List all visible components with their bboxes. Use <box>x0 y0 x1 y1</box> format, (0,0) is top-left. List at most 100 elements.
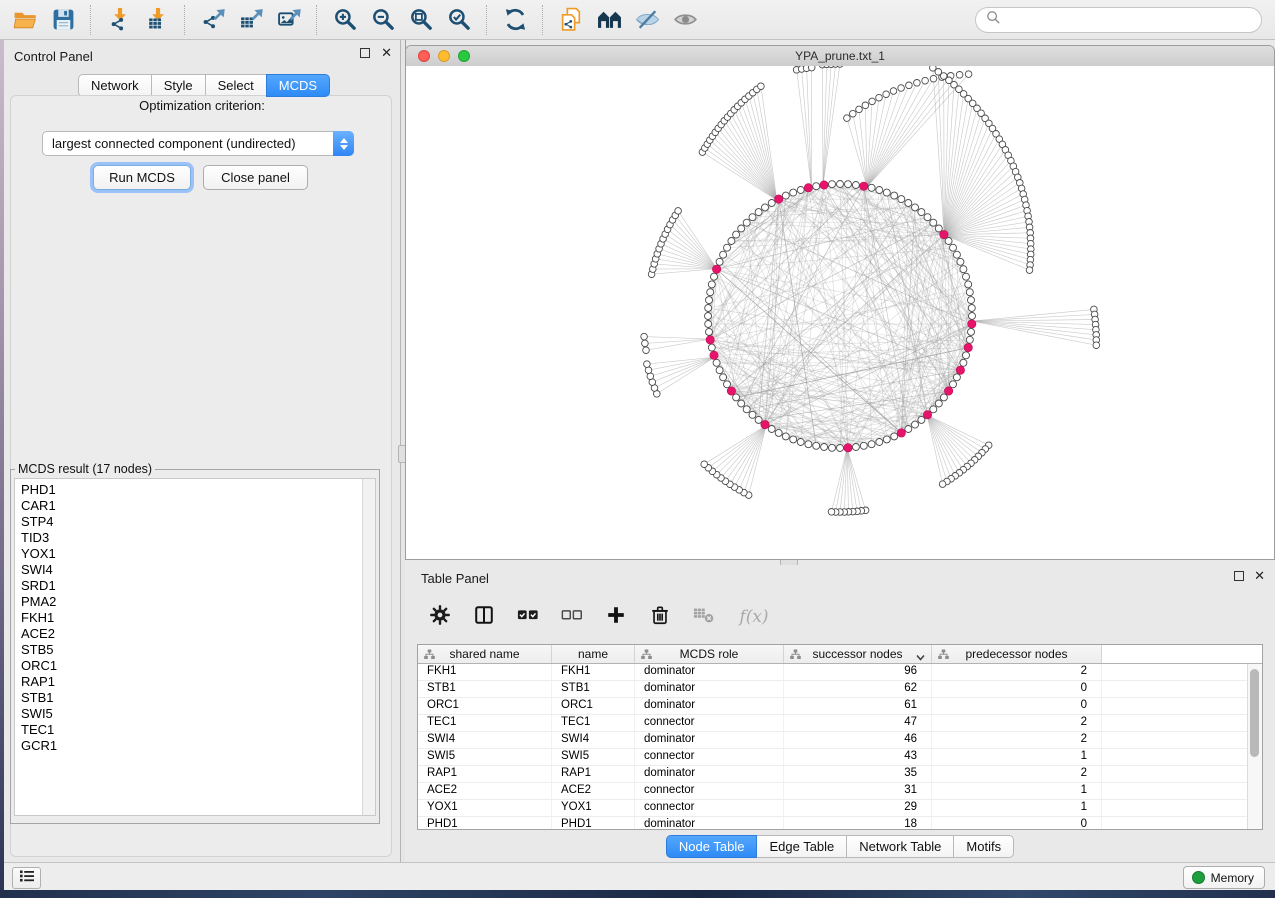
table-scrollbar-thumb[interactable] <box>1250 669 1259 757</box>
memory-button[interactable]: Memory <box>1183 866 1265 889</box>
apply-layout-button[interactable] <box>496 4 534 36</box>
table-row[interactable]: STB1STB1dominator620 <box>418 681 1262 698</box>
column-header-shared-name[interactable]: shared name <box>418 645 552 663</box>
table-row[interactable]: ACE2ACE2connector311 <box>418 783 1262 800</box>
table-row[interactable]: PHD1PHD1dominator180 <box>418 817 1262 830</box>
optimization-criterion-label: Optimization criterion: <box>4 98 400 113</box>
table-cell: YOX1 <box>552 800 635 816</box>
table-scrollbar[interactable] <box>1247 664 1262 829</box>
mcds-result-item[interactable]: PHD1 <box>15 482 361 498</box>
hide-details-button[interactable] <box>628 4 666 36</box>
tab-select[interactable]: Select <box>205 74 267 97</box>
mcds-result-item[interactable]: STB1 <box>15 690 361 706</box>
window-minimize-icon[interactable] <box>438 50 450 62</box>
desktop-wallpaper-bottom <box>0 890 1275 898</box>
zoom-out-button[interactable] <box>364 4 402 36</box>
mcds-result-listbox: PHD1CAR1STP4TID3YOX1SWI4SRD1PMA2FKH1ACE2… <box>14 478 376 816</box>
columns-icon <box>473 604 495 631</box>
close-panel-button[interactable]: Close panel <box>203 165 308 190</box>
window-close-icon[interactable] <box>418 50 430 62</box>
open-session-icon <box>13 7 38 32</box>
task-history-button[interactable] <box>12 867 41 889</box>
columns-button[interactable] <box>473 606 495 628</box>
gear-button[interactable] <box>429 606 451 628</box>
mcds-result-item[interactable]: ORC1 <box>15 658 361 674</box>
tab-mcds[interactable]: MCDS <box>266 74 330 97</box>
search-input[interactable] <box>1001 11 1261 28</box>
table-cell: connector <box>635 749 784 765</box>
optimization-criterion-select[interactable]: largest connected component (undirected) <box>42 131 354 156</box>
network-window-titlebar[interactable]: YPA_prune.txt_1 <box>406 46 1274 67</box>
export-table-button[interactable] <box>232 4 270 36</box>
table-cell: dominator <box>635 732 784 748</box>
table-cell-filler <box>1102 681 1262 697</box>
select-all-button[interactable] <box>517 606 539 628</box>
mcds-result-item[interactable]: SRD1 <box>15 578 361 594</box>
mcds-result-item[interactable]: TID3 <box>15 530 361 546</box>
zoom-selected-button[interactable] <box>440 4 478 36</box>
column-header-successor-nodes[interactable]: successor nodes <box>784 645 932 663</box>
float-panel-icon[interactable] <box>360 48 370 58</box>
tab-edge-table[interactable]: Edge Table <box>756 835 847 858</box>
close-panel-icon[interactable]: ✕ <box>1254 571 1265 581</box>
network-file-icon <box>559 7 584 32</box>
mcds-list-scrollbar[interactable] <box>362 479 375 815</box>
column-header-predecessor-nodes[interactable]: predecessor nodes <box>932 645 1102 663</box>
run-mcds-button[interactable]: Run MCDS <box>93 165 191 190</box>
mcds-result-item[interactable]: SWI4 <box>15 562 361 578</box>
table-header-row: shared namenameMCDS rolesuccessor nodesp… <box>418 645 1262 664</box>
import-table-button[interactable] <box>138 4 176 36</box>
toolbar-separator <box>90 5 92 35</box>
mcds-result-item[interactable]: RAP1 <box>15 674 361 690</box>
table-row[interactable]: FKH1FKH1dominator962 <box>418 664 1262 681</box>
float-panel-icon[interactable] <box>1234 571 1244 581</box>
mcds-result-item[interactable]: STB5 <box>15 642 361 658</box>
table-row[interactable]: SWI4SWI4dominator462 <box>418 732 1262 749</box>
import-network-button[interactable] <box>100 4 138 36</box>
zoom-in-button[interactable] <box>326 4 364 36</box>
window-maximize-icon[interactable] <box>458 50 470 62</box>
export-image-button[interactable] <box>270 4 308 36</box>
table-cell: 96 <box>784 664 932 680</box>
list-icon <box>19 869 35 888</box>
table-cell: dominator <box>635 681 784 697</box>
mcds-result-item[interactable]: GCR1 <box>15 738 361 754</box>
mcds-result-item[interactable]: STP4 <box>15 514 361 530</box>
table-cell-filler <box>1102 817 1262 830</box>
mcds-result-item[interactable]: PMA2 <box>15 594 361 610</box>
tab-network-table[interactable]: Network Table <box>846 835 954 858</box>
deselect-all-button[interactable] <box>561 606 583 628</box>
table-row[interactable]: ORC1ORC1dominator610 <box>418 698 1262 715</box>
delete-column-button[interactable] <box>649 606 671 628</box>
zoom-fit-button[interactable] <box>402 4 440 36</box>
mcds-result-item[interactable]: SWI5 <box>15 706 361 722</box>
close-panel-icon[interactable]: ✕ <box>381 48 392 58</box>
tab-motifs[interactable]: Motifs <box>953 835 1014 858</box>
mcds-result-item[interactable]: ACE2 <box>15 626 361 642</box>
tab-network[interactable]: Network <box>78 74 152 97</box>
mcds-result-item[interactable]: TEC1 <box>15 722 361 738</box>
open-session-button[interactable] <box>6 4 44 36</box>
table-cell: 2 <box>932 732 1102 748</box>
table-row[interactable]: YOX1YOX1connector291 <box>418 800 1262 817</box>
tab-node-table[interactable]: Node Table <box>666 835 758 858</box>
search-box[interactable] <box>975 7 1262 33</box>
mcds-result-item[interactable]: YOX1 <box>15 546 361 562</box>
first-neighbors-button[interactable] <box>590 4 628 36</box>
table-row[interactable]: RAP1RAP1dominator352 <box>418 766 1262 783</box>
mcds-result-item[interactable]: CAR1 <box>15 498 361 514</box>
table-row[interactable]: TEC1TEC1connector472 <box>418 715 1262 732</box>
tab-style[interactable]: Style <box>151 74 206 97</box>
network-file-button[interactable] <box>552 4 590 36</box>
column-header-mcds-role[interactable]: MCDS role <box>635 645 784 663</box>
network-canvas-area[interactable] <box>406 66 1274 559</box>
add-column-icon <box>605 604 627 631</box>
show-details-button[interactable] <box>666 4 704 36</box>
column-header-name[interactable]: name <box>552 645 635 663</box>
tab-label: Edge Table <box>769 839 834 854</box>
save-session-button[interactable] <box>44 4 82 36</box>
mcds-result-item[interactable]: FKH1 <box>15 610 361 626</box>
add-column-button[interactable] <box>605 606 627 628</box>
table-row[interactable]: SWI5SWI5connector431 <box>418 749 1262 766</box>
export-network-button[interactable] <box>194 4 232 36</box>
